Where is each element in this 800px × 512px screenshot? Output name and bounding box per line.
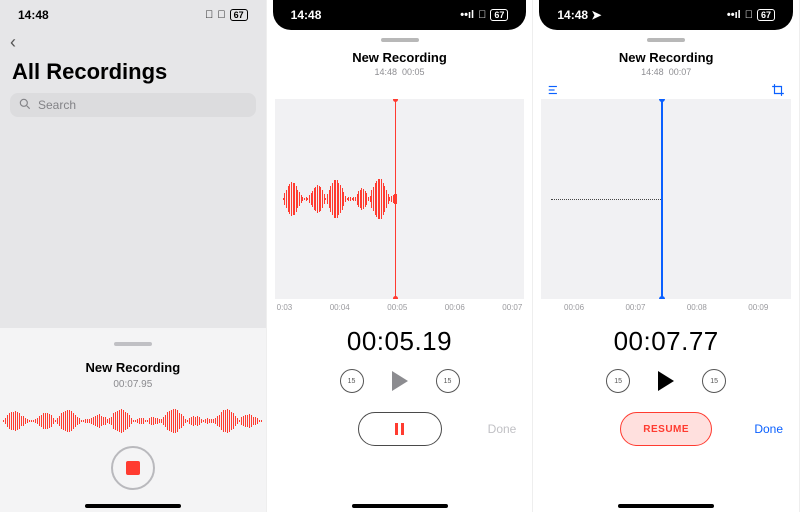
- home-indicator[interactable]: [352, 504, 448, 508]
- done-button: Done: [488, 422, 517, 436]
- stop-icon: [126, 461, 140, 475]
- waveform-canvas[interactable]: [275, 99, 525, 299]
- playhead-icon[interactable]: [395, 99, 396, 299]
- edit-toolbar: [533, 77, 799, 99]
- home-indicator[interactable]: [85, 504, 181, 508]
- time-axis: 0:03 00:04 00:05 00:06 00:07: [267, 299, 533, 312]
- battery-icon: 67: [230, 9, 248, 21]
- status-right: ••ıl 􀙈 67: [727, 9, 775, 21]
- recording-subtitle: 14:48 00:05: [267, 67, 533, 77]
- battery-icon: 67: [490, 9, 508, 21]
- waveform-preview: [0, 406, 266, 436]
- bottom-row: RESUME Done: [533, 411, 799, 447]
- signal-icon: ••ıl: [727, 9, 741, 21]
- search-icon: [18, 97, 32, 114]
- wifi-icon: 􀙈: [217, 9, 225, 21]
- recording-title: New Recording: [267, 50, 533, 65]
- list-top: 14:48 􀙇 􀙈 67 ‹ All Recordings Search: [0, 0, 266, 328]
- time-axis: 00:06 00:07 00:08 00:09: [533, 299, 799, 312]
- home-indicator[interactable]: [618, 504, 714, 508]
- bottom-row: Done: [267, 411, 533, 447]
- wifi-icon: 􀙈: [478, 9, 486, 21]
- battery-icon: 67: [757, 9, 775, 21]
- pause-button[interactable]: [358, 412, 442, 446]
- recording-title: New Recording: [0, 360, 266, 375]
- waveform-flat: [551, 199, 661, 200]
- playhead-icon[interactable]: [661, 99, 663, 299]
- recording-title: New Recording: [533, 50, 799, 65]
- play-button[interactable]: [392, 371, 408, 391]
- elapsed-time: 00:05.19: [267, 326, 533, 357]
- status-right: 􀙇 􀙈 67: [205, 9, 248, 21]
- pause-icon: [395, 423, 404, 435]
- back-button[interactable]: ‹: [0, 30, 266, 53]
- waveform-canvas[interactable]: [541, 99, 791, 299]
- wifi-icon: 􀙈: [745, 9, 753, 21]
- recording-card[interactable]: New Recording 00:07.95: [0, 328, 266, 512]
- crop-icon[interactable]: [771, 83, 785, 93]
- phone-recording-active: 14:48 ••ıl 􀙈 67 New Recording 14:48 00:0…: [267, 0, 534, 512]
- status-time: 14:48: [18, 8, 49, 22]
- done-button[interactable]: Done: [754, 422, 783, 436]
- status-bar: 14:48 􀙇 􀙈 67: [0, 0, 266, 30]
- grabber-icon[interactable]: [114, 342, 152, 346]
- header: New Recording 14:48 00:07: [533, 50, 799, 77]
- skip-forward-button[interactable]: 15: [702, 369, 726, 393]
- search-placeholder: Search: [38, 98, 76, 112]
- status-time: 14:48: [291, 8, 322, 22]
- recording-subtitle: 14:48 00:07: [533, 67, 799, 77]
- page-title: All Recordings: [0, 53, 266, 93]
- resume-button[interactable]: RESUME: [620, 412, 712, 446]
- location-icon: ➤: [591, 8, 601, 22]
- status-bar: 14:48 ••ıl 􀙈 67: [273, 0, 527, 30]
- playback-controls: 15 15: [267, 369, 533, 393]
- grabber-icon[interactable]: [647, 38, 685, 42]
- recording-duration: 00:07.95: [0, 379, 266, 390]
- play-button[interactable]: [658, 371, 674, 391]
- elapsed-time: 00:07.77: [533, 326, 799, 357]
- stop-record-button[interactable]: [111, 446, 155, 490]
- skip-forward-button[interactable]: 15: [436, 369, 460, 393]
- header: New Recording 14:48 00:05: [267, 50, 533, 77]
- grabber-icon[interactable]: [381, 38, 419, 42]
- status-bar: 14:48 ➤ ••ıl 􀙈 67: [539, 0, 793, 30]
- phone-recordings-list: 14:48 􀙇 􀙈 67 ‹ All Recordings Search New…: [0, 0, 267, 512]
- phone-recording-paused: 14:48 ➤ ••ıl 􀙈 67 New Recording 14:48 00…: [533, 0, 800, 512]
- settings-icon[interactable]: [547, 83, 561, 93]
- signal-icon: ••ıl: [460, 9, 474, 21]
- skip-back-button[interactable]: 15: [340, 369, 364, 393]
- search-input[interactable]: Search: [10, 93, 256, 117]
- signal-icon: 􀙇: [205, 9, 213, 21]
- skip-back-button[interactable]: 15: [606, 369, 630, 393]
- playback-controls: 15 15: [533, 369, 799, 393]
- status-time: 14:48 ➤: [557, 8, 601, 22]
- status-right: ••ıl 􀙈 67: [460, 9, 508, 21]
